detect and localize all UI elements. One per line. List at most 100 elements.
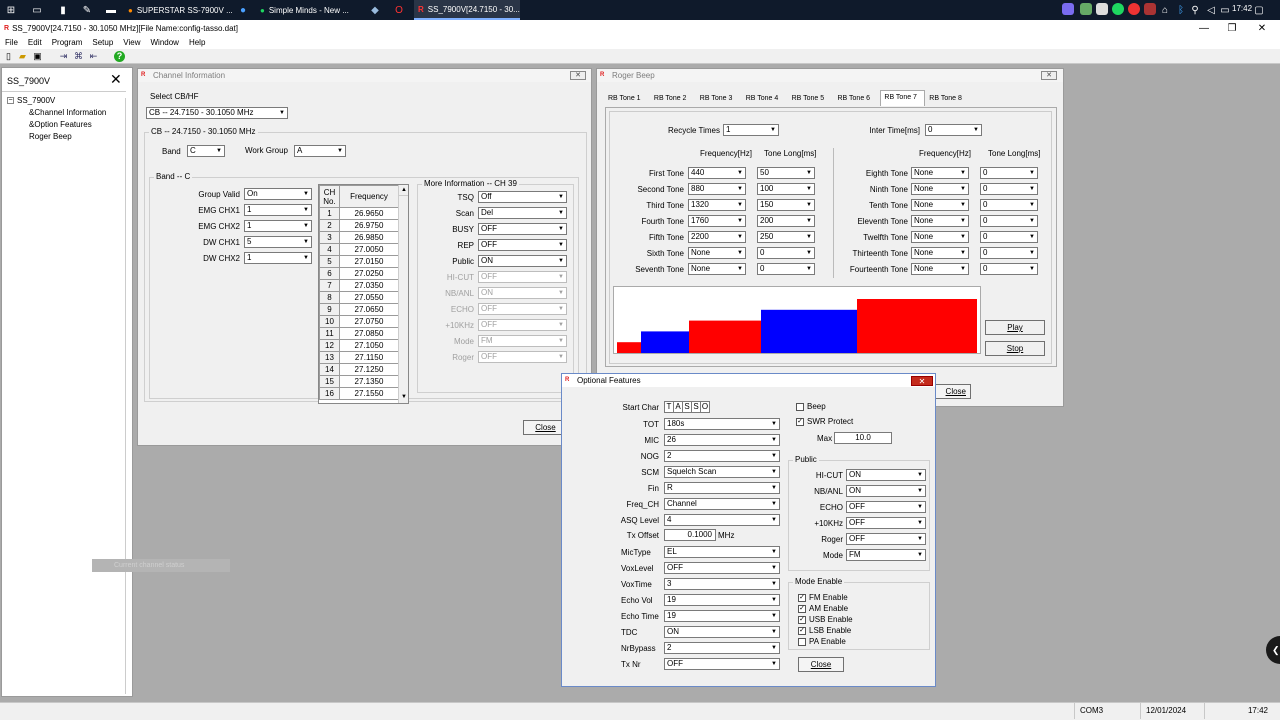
more-field-dropdown[interactable]: ON ▼	[478, 287, 567, 299]
menu-edit[interactable]: Edit	[28, 38, 42, 47]
more-field-dropdown[interactable]: Del ▼	[478, 207, 567, 219]
tone-frequency-dropdown[interactable]: None ▼	[911, 199, 969, 211]
public-field-dropdown[interactable]: ON ▼	[846, 485, 926, 497]
tone-frequency-dropdown[interactable]: None ▼	[688, 247, 746, 259]
tone-long-dropdown[interactable]: 0 ▼	[757, 247, 815, 259]
menu-file[interactable]: File	[5, 38, 18, 47]
task-view-icon[interactable]: ▭	[30, 3, 44, 17]
tab-rb-tone-4[interactable]: RB Tone 4	[743, 92, 788, 106]
tab-rb-tone-7[interactable]: RB Tone 7	[880, 90, 926, 106]
tree-item-roger-beep[interactable]: Roger Beep	[29, 132, 72, 141]
tone-frequency-dropdown[interactable]: None ▼	[688, 263, 746, 275]
opt-field-dropdown[interactable]: 2 ▼	[664, 642, 780, 654]
tray-m-icon[interactable]	[1128, 3, 1140, 15]
open-folder-icon[interactable]: ▰	[17, 51, 28, 62]
opt-field-dropdown[interactable]: 26 ▼	[664, 434, 780, 446]
taskbar-clock[interactable]: 17:42	[1232, 4, 1252, 13]
band-dropdown[interactable]: C ▼	[187, 145, 225, 157]
opt-field-dropdown[interactable]: OFF ▼	[664, 562, 780, 574]
tone-long-dropdown[interactable]: 0 ▼	[980, 183, 1038, 195]
table-row[interactable]: 2 26.9750	[319, 219, 399, 232]
steam-icon[interactable]: ◆	[368, 3, 382, 17]
table-row[interactable]: 7 27.0350	[319, 279, 399, 292]
mode-enable-checkbox[interactable]: ✓ FM Enable	[798, 593, 848, 602]
band-field-dropdown[interactable]: 1 ▼	[244, 204, 312, 216]
tab-rb-tone-1[interactable]: RB Tone 1	[605, 92, 650, 106]
table-row[interactable]: 3 26.9850	[319, 231, 399, 244]
band-field-dropdown[interactable]: 5 ▼	[244, 236, 312, 248]
tone-frequency-dropdown[interactable]: None ▼	[911, 263, 969, 275]
floating-arrow-icon[interactable]: ❮	[1266, 636, 1280, 664]
tone-frequency-dropdown[interactable]: 2200 ▼	[688, 231, 746, 243]
table-row[interactable]: 10 27.0750	[319, 315, 399, 328]
tree-close-icon[interactable]: ✕	[110, 71, 122, 88]
tray-nvidia-icon[interactable]	[1080, 3, 1092, 15]
opt-field-dropdown[interactable]: 19 ▼	[664, 594, 780, 606]
channel-scrollbar[interactable]: ▲ ▼	[398, 185, 408, 403]
tone-long-dropdown[interactable]: 0 ▼	[980, 199, 1038, 211]
tray-app-icon[interactable]	[1096, 3, 1108, 15]
channel-info-close-icon[interactable]: ✕	[570, 71, 586, 80]
tree-root[interactable]: SS_7900V	[17, 96, 55, 105]
more-field-dropdown[interactable]: OFF ▼	[478, 223, 567, 235]
roger-beep-close-icon[interactable]: ✕	[1041, 71, 1057, 80]
write-radio-icon[interactable]: ⌘	[73, 51, 84, 62]
menu-program[interactable]: Program	[52, 38, 83, 47]
tone-frequency-dropdown[interactable]: None ▼	[911, 215, 969, 227]
read-radio-icon[interactable]: ⇥	[58, 51, 69, 62]
network-icon[interactable]: ▭	[1218, 3, 1232, 17]
public-field-dropdown[interactable]: OFF ▼	[846, 501, 926, 513]
tone-frequency-dropdown[interactable]: None ▼	[911, 183, 969, 195]
new-file-icon[interactable]: ▯	[3, 51, 14, 62]
tone-long-dropdown[interactable]: 250 ▼	[757, 231, 815, 243]
public-field-dropdown[interactable]: OFF ▼	[846, 517, 926, 529]
recycle-times-dropdown[interactable]: 1 ▼	[723, 124, 779, 136]
tone-frequency-dropdown[interactable]: 440 ▼	[688, 167, 746, 179]
opt-field-dropdown[interactable]: Squelch Scan ▼	[664, 466, 780, 478]
stop-button[interactable]: Stop	[985, 341, 1045, 356]
tray-spotify-icon[interactable]	[1112, 3, 1124, 15]
tab-rb-tone-5[interactable]: RB Tone 5	[789, 92, 834, 106]
tree-scrollbar[interactable]	[125, 98, 131, 694]
tab-rb-tone-3[interactable]: RB Tone 3	[697, 92, 742, 106]
tree-collapse-icon[interactable]: −	[7, 97, 14, 104]
taskbar-app-spotify[interactable]: ● Simple Minds - New ...	[256, 0, 358, 20]
opt-field-dropdown[interactable]: Channel ▼	[664, 498, 780, 510]
opt-field-dropdown[interactable]: 4 ▼	[664, 514, 780, 526]
opt-field-dropdown[interactable]: R ▼	[664, 482, 780, 494]
windows-start-icon[interactable]: ⊞	[4, 3, 18, 17]
public-field-dropdown[interactable]: FM ▼	[846, 549, 926, 561]
scroll-down-icon[interactable]: ▼	[399, 392, 408, 403]
tree-item-option-features[interactable]: &Option Features	[29, 120, 92, 129]
table-row[interactable]: 11 27.0850	[319, 327, 399, 340]
chrome-icon[interactable]: ●	[236, 3, 250, 17]
taskbar-app-superstar[interactable]: ● SUPERSTAR SS-7900V ...	[124, 0, 233, 20]
tone-frequency-dropdown[interactable]: 1760 ▼	[688, 215, 746, 227]
opt-field-dropdown[interactable]: 2 ▼	[664, 450, 780, 462]
tone-long-dropdown[interactable]: 200 ▼	[757, 215, 815, 227]
mode-enable-checkbox[interactable]: PA Enable	[798, 637, 846, 646]
tone-long-dropdown[interactable]: 0 ▼	[980, 247, 1038, 259]
play-button[interactable]: Play	[985, 320, 1045, 335]
tone-long-dropdown[interactable]: 0 ▼	[980, 263, 1038, 275]
menu-window[interactable]: Window	[150, 38, 178, 47]
bluetooth-icon[interactable]: ᛒ	[1174, 3, 1188, 17]
location-icon[interactable]: ⚲	[1188, 3, 1202, 17]
table-row[interactable]: 15 27.1350	[319, 375, 399, 388]
upload-icon[interactable]: ⇤	[88, 51, 99, 62]
volume-icon[interactable]: ◁	[1204, 3, 1218, 17]
optional-close-icon[interactable]: ✕	[911, 376, 933, 386]
tone-frequency-dropdown[interactable]: 880 ▼	[688, 183, 746, 195]
opt-field-dropdown[interactable]: 3 ▼	[664, 578, 780, 590]
table-row[interactable]: 5 27.0150	[319, 255, 399, 268]
tone-frequency-dropdown[interactable]: None ▼	[911, 231, 969, 243]
swr-protect-checkbox[interactable]: ✓ SWR Protect	[796, 417, 853, 426]
close-window-button[interactable]: ✕	[1248, 20, 1276, 36]
more-field-dropdown[interactable]: Off ▼	[478, 191, 567, 203]
tone-long-dropdown[interactable]: 0 ▼	[757, 263, 815, 275]
help-icon[interactable]: ?	[114, 51, 125, 62]
max-input[interactable]: 10.0	[834, 432, 892, 444]
band-field-dropdown[interactable]: On ▼	[244, 188, 312, 200]
paint-icon[interactable]: ✎	[80, 3, 94, 17]
more-field-dropdown[interactable]: OFF ▼	[478, 351, 567, 363]
